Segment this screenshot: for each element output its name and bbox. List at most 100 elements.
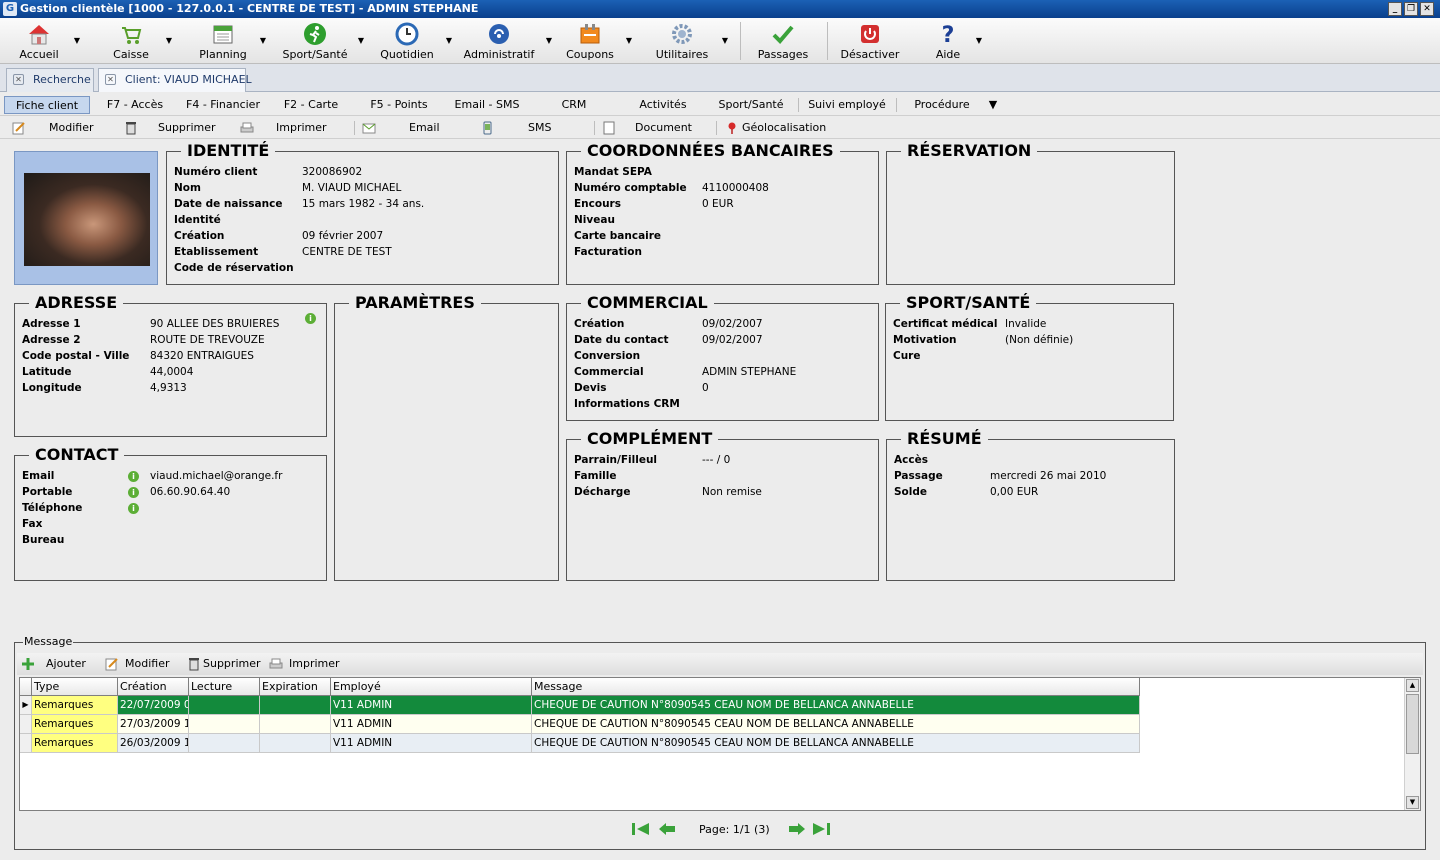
pager: Page: 1/1 (3) bbox=[15, 817, 1425, 843]
scroll-thumb[interactable] bbox=[1406, 694, 1419, 754]
resume-title: RÉSUMÉ bbox=[901, 430, 988, 448]
column-header-creation[interactable]: Création bbox=[118, 678, 189, 696]
column-header-employe[interactable]: Employé bbox=[331, 678, 532, 696]
clock-icon bbox=[395, 22, 419, 46]
next-page-icon[interactable] bbox=[787, 821, 807, 837]
scroll-down-icon[interactable]: ▼ bbox=[1406, 796, 1419, 809]
toolbar-sport-sante-button[interactable]: Sport/Santé ▼ bbox=[282, 20, 364, 62]
contact-panel: CONTACT Email i viaud.michael@orange.fr Po… bbox=[14, 446, 327, 581]
message-modifier-button[interactable]: Modifier bbox=[105, 656, 185, 672]
geolocalisation-button[interactable]: Géolocalisation bbox=[726, 120, 836, 136]
table-cell[interactable]: V11 ADMIN bbox=[331, 696, 532, 715]
table-cell[interactable]: CHEQUE DE CAUTION N°8090545 CEAU NOM DE … bbox=[532, 715, 1140, 734]
table-cell[interactable] bbox=[260, 696, 331, 715]
column-header-message[interactable]: Message bbox=[532, 678, 1140, 696]
menu-financier[interactable]: F4 - Financier bbox=[180, 96, 266, 114]
table-cell[interactable]: 27/03/2009 1 bbox=[118, 715, 189, 734]
column-header-type[interactable]: Type bbox=[32, 678, 118, 696]
table-cell[interactable]: 22/07/2009 0 bbox=[118, 696, 189, 715]
menu-crm[interactable]: CRM bbox=[550, 96, 598, 114]
bancaire-title: COORDONNÉES BANCAIRES bbox=[581, 142, 840, 160]
table-cell[interactable]: 26/03/2009 1 bbox=[118, 734, 189, 753]
imprimer-button[interactable]: Imprimer bbox=[240, 120, 336, 136]
chevron-down-icon[interactable]: ▼ bbox=[260, 36, 266, 45]
chevron-down-icon[interactable]: ▼ bbox=[166, 36, 172, 45]
previous-page-icon[interactable] bbox=[657, 821, 677, 837]
chevron-down-icon[interactable]: ▼ bbox=[74, 36, 80, 45]
chevron-down-icon[interactable]: ▼ bbox=[984, 96, 1002, 114]
toolbar-aide-button[interactable]: ? Aide ▼ bbox=[930, 20, 982, 62]
email-button[interactable]: Email bbox=[362, 120, 452, 136]
menu-suivi-employe[interactable]: Suivi employé bbox=[806, 96, 888, 114]
toolbar-coupons-button[interactable]: Coupons ▼ bbox=[564, 20, 632, 62]
chevron-down-icon[interactable]: ▼ bbox=[358, 36, 364, 45]
toolbar-accueil-button[interactable]: Accueil ▼ bbox=[14, 20, 80, 62]
close-button[interactable]: ✕ bbox=[1420, 2, 1434, 16]
table-cell[interactable]: CHEQUE DE CAUTION N°8090545 CEAU NOM DE … bbox=[532, 696, 1140, 715]
menu-sport-sante[interactable]: Sport/Santé bbox=[712, 96, 790, 114]
row-selector[interactable] bbox=[20, 715, 32, 734]
last-page-icon[interactable] bbox=[811, 821, 831, 837]
supprimer-button[interactable]: Supprimer bbox=[124, 120, 224, 136]
table-cell[interactable] bbox=[189, 734, 260, 753]
table-cell[interactable] bbox=[189, 696, 260, 715]
menu-email-sms[interactable]: Email - SMS bbox=[448, 96, 526, 114]
restore-button[interactable]: ❐ bbox=[1404, 2, 1418, 16]
menu-fiche-client[interactable]: Fiche client bbox=[4, 96, 90, 114]
info-icon[interactable]: i bbox=[128, 471, 139, 482]
sms-button[interactable]: SMS bbox=[480, 120, 560, 136]
message-supprimer-button[interactable]: Supprimer bbox=[187, 656, 267, 672]
toolbar-desactiver-button[interactable]: Désactiver bbox=[840, 20, 900, 62]
toolbar-administratif-button[interactable]: Administratif ▼ bbox=[462, 20, 552, 62]
ajouter-button[interactable]: Ajouter bbox=[21, 656, 101, 672]
table-cell[interactable] bbox=[260, 715, 331, 734]
chevron-down-icon[interactable]: ▼ bbox=[446, 36, 452, 45]
first-page-icon[interactable] bbox=[631, 821, 651, 837]
menu-points[interactable]: F5 - Points bbox=[362, 96, 436, 114]
table-cell[interactable] bbox=[189, 715, 260, 734]
tab-client[interactable]: ✕ Client: VIAUD MICHAEL bbox=[98, 68, 252, 92]
identite-panel: IDENTITÉ Numéro client 320086902 Nom M. VI… bbox=[166, 142, 559, 285]
toolbar-utilitaires-button[interactable]: Utilitaires ▼ bbox=[652, 20, 728, 62]
table-cell[interactable]: Remarques bbox=[32, 734, 118, 753]
client-photo bbox=[24, 173, 150, 266]
row-selector-icon[interactable]: ▶ bbox=[20, 696, 32, 715]
table-cell[interactable] bbox=[260, 734, 331, 753]
edit-icon bbox=[105, 658, 118, 671]
toolbar-caisse-button[interactable]: Caisse ▼ bbox=[106, 20, 172, 62]
info-icon[interactable]: i bbox=[128, 487, 139, 498]
vertical-scrollbar[interactable]: ▲ ▼ bbox=[1404, 678, 1420, 810]
toolbar-planning-button[interactable]: Planning ▼ bbox=[196, 20, 266, 62]
info-icon[interactable]: i bbox=[305, 313, 316, 324]
adresse-title: ADRESSE bbox=[29, 294, 124, 312]
menu-carte[interactable]: F2 - Carte bbox=[276, 96, 346, 114]
message-imprimer-button[interactable]: Imprimer bbox=[269, 656, 349, 672]
scroll-up-icon[interactable]: ▲ bbox=[1406, 679, 1419, 692]
close-tab-icon[interactable]: ✕ bbox=[105, 74, 116, 85]
chevron-down-icon[interactable]: ▼ bbox=[976, 36, 982, 45]
column-header-expiration[interactable]: Expiration bbox=[260, 678, 331, 696]
table-cell[interactable]: Remarques bbox=[32, 715, 118, 734]
table-cell[interactable]: CHEQUE DE CAUTION N°8090545 CEAU NOM DE … bbox=[532, 734, 1140, 753]
app-icon: G bbox=[3, 2, 17, 16]
modifier-button[interactable]: Modifier bbox=[12, 120, 108, 136]
row-selector[interactable] bbox=[20, 734, 32, 753]
close-tab-icon[interactable]: ✕ bbox=[13, 74, 24, 85]
document-button[interactable]: Document bbox=[602, 120, 702, 136]
table-cell[interactable]: Remarques bbox=[32, 696, 118, 715]
menu-activites[interactable]: Activités bbox=[630, 96, 696, 114]
toolbar-quotidien-button[interactable]: Quotidien ▼ bbox=[378, 20, 452, 62]
table-cell[interactable]: V11 ADMIN bbox=[331, 715, 532, 734]
info-icon[interactable]: i bbox=[128, 503, 139, 514]
window-title: Gestion clientèle [1000 - 127.0.0.1 - CE… bbox=[20, 2, 479, 15]
chevron-down-icon[interactable]: ▼ bbox=[626, 36, 632, 45]
toolbar-passages-button[interactable]: Passages bbox=[756, 20, 810, 62]
chevron-down-icon[interactable]: ▼ bbox=[546, 36, 552, 45]
menu-acces[interactable]: F7 - Accès bbox=[100, 96, 170, 114]
column-header-lecture[interactable]: Lecture bbox=[189, 678, 260, 696]
table-cell[interactable]: V11 ADMIN bbox=[331, 734, 532, 753]
chevron-down-icon[interactable]: ▼ bbox=[722, 36, 728, 45]
menu-procedure[interactable]: Procédure bbox=[906, 96, 978, 114]
tab-recherche[interactable]: ✕ Recherche bbox=[6, 68, 94, 92]
minimize-button[interactable]: _ bbox=[1388, 2, 1402, 16]
